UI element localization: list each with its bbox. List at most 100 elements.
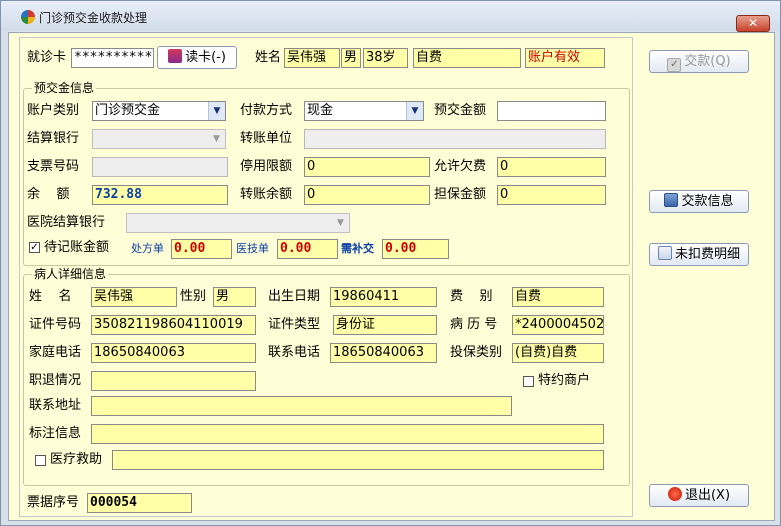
bank-select[interactable]: ▼ <box>92 129 226 149</box>
home-phone-label: 家庭电话 <box>29 345 82 360</box>
read-card-button[interactable]: 读卡(-) <box>157 46 237 69</box>
merchant-checkbox[interactable] <box>523 376 534 387</box>
merchant-label: 特约商户 <box>538 373 591 388</box>
contact-phone-field: 18650840063 <box>330 343 437 363</box>
card-input[interactable]: *********** <box>71 48 154 68</box>
allow-owe-field[interactable]: 0 <box>497 157 606 177</box>
prescription-label: 处方单 <box>131 242 164 255</box>
receipt-field: 000054 <box>87 493 192 513</box>
amount-label: 预交金额 <box>434 103 487 118</box>
card-label: 就诊卡 <box>27 50 67 65</box>
card-reader-icon <box>168 49 183 63</box>
pay-method-value: 现金 <box>307 103 334 118</box>
pay-method-select[interactable]: 现金 ▼ <box>304 101 424 121</box>
app-logo-icon <box>21 10 35 24</box>
record-field: *2400004502 <box>512 315 604 335</box>
amount-input[interactable] <box>497 101 606 121</box>
insure-label: 投保类别 <box>450 345 503 360</box>
guarantee-label: 担保金额 <box>434 187 487 202</box>
header-name-field: 吴伟强 <box>284 48 340 68</box>
stop-limit-label: 停用限额 <box>240 159 293 174</box>
window-title: 门诊预交金收款处理 <box>39 11 148 25</box>
tech-field: 0.00 <box>277 239 338 259</box>
prescription-field: 0.00 <box>171 239 232 259</box>
account-status-field: 账户有效 <box>525 48 605 68</box>
left-panel: 就诊卡 *********** 读卡(-) 姓名 吴伟强 男 38岁 自费 账户… <box>19 37 633 517</box>
chevron-down-icon: ▼ <box>208 102 225 120</box>
bank-label: 结算银行 <box>27 131 80 146</box>
record-label: 病 历 号 <box>450 317 498 332</box>
patient-sex-field: 男 <box>213 287 256 307</box>
info-grid-icon <box>664 193 679 207</box>
note-label: 标注信息 <box>29 426 82 441</box>
main-window: 门诊预交金收款处理 ✕ 就诊卡 *********** 读卡(-) 姓名 吴伟强… <box>0 0 781 526</box>
retire-field[interactable] <box>91 371 256 391</box>
id-type-label: 证件类型 <box>268 317 321 332</box>
account-type-value: 门诊预交金 <box>95 103 161 118</box>
pay-button[interactable]: ✓ 交款(Q) <box>649 50 749 73</box>
hospital-bank-select[interactable]: ▼ <box>126 213 350 233</box>
form-area: 就诊卡 *********** 读卡(-) 姓名 吴伟强 男 38岁 自费 账户… <box>8 32 775 521</box>
read-card-label: 读卡(-) <box>185 50 226 65</box>
prepay-group-title: 预交金信息 <box>32 81 97 95</box>
stop-limit-field[interactable]: 0 <box>304 157 430 177</box>
close-button[interactable]: ✕ <box>736 15 770 32</box>
header-name-label: 姓名 <box>255 50 282 65</box>
account-type-label: 账户类别 <box>27 103 80 118</box>
aid-field[interactable] <box>112 450 604 470</box>
id-field: 350821198604110019 <box>91 315 256 335</box>
pending-label: 待记账金额 <box>44 240 110 255</box>
insure-field: (自费)自费 <box>512 343 604 363</box>
aid-checkbox[interactable] <box>35 455 46 466</box>
header-paytype-field: 自费 <box>413 48 521 68</box>
address-label: 联系地址 <box>29 398 82 413</box>
contact-phone-label: 联系电话 <box>268 345 321 360</box>
tech-label: 医技单 <box>236 242 269 255</box>
balance-label-text: 余 额 <box>27 187 70 202</box>
exit-button-label: 退出(X) <box>684 488 731 503</box>
retire-label: 职退情况 <box>29 373 82 388</box>
check-icon: ✓ <box>667 58 682 72</box>
guarantee-field: 0 <box>497 185 606 205</box>
pay-method-label: 付款方式 <box>240 103 293 118</box>
birth-label: 出生日期 <box>268 289 321 304</box>
header-age-field: 38岁 <box>363 48 408 68</box>
fee-field: 自费 <box>512 287 604 307</box>
account-type-select[interactable]: 门诊预交金 ▼ <box>92 101 226 121</box>
receipt-label: 票据序号 <box>27 495 80 510</box>
balance-field: 732.88 <box>92 185 228 205</box>
transfer-unit-label: 转账单位 <box>240 131 293 146</box>
patient-group-title: 病人详细信息 <box>32 267 109 281</box>
pay-info-button[interactable]: 交款信息 <box>649 190 749 213</box>
home-phone-field: 18650840063 <box>91 343 256 363</box>
transfer-unit-input[interactable] <box>304 129 606 149</box>
pending-checkbox[interactable]: ✓ <box>29 242 40 253</box>
transfer-balance-field: 0 <box>304 185 430 205</box>
document-icon <box>657 246 672 260</box>
unpaid-detail-button[interactable]: 未扣费明细 <box>649 243 749 266</box>
exit-button[interactable]: 退出(X) <box>649 484 749 507</box>
chevron-down-icon: ▼ <box>208 130 225 148</box>
balance-label: 余 额 <box>27 186 70 204</box>
title-bar: 门诊预交金收款处理 ✕ <box>1 1 780 32</box>
need-pay-label: 需补交 <box>341 242 374 255</box>
patient-sex-label: 性别 <box>180 289 207 304</box>
header-sex-field: 男 <box>341 48 361 68</box>
transfer-balance-label: 转账余额 <box>240 187 293 202</box>
address-field[interactable] <box>91 396 512 416</box>
unpaid-detail-button-label: 未扣费明细 <box>674 247 740 262</box>
pay-button-label: 交款(Q) <box>684 54 731 69</box>
check-no-label: 支票号码 <box>27 159 80 174</box>
fee-label: 费 别 <box>450 289 493 304</box>
allow-owe-label: 允许欠费 <box>434 159 487 174</box>
need-pay-field: 0.00 <box>382 239 449 259</box>
aid-label: 医疗救助 <box>50 452 103 467</box>
birth-field: 19860411 <box>330 287 437 307</box>
id-type-field: 身份证 <box>333 315 437 335</box>
note-field[interactable] <box>91 424 604 444</box>
power-icon <box>667 487 682 501</box>
patient-name-label: 姓 名 <box>29 289 72 304</box>
hospital-bank-label: 医院结算银行 <box>27 215 106 230</box>
check-no-input[interactable] <box>92 157 228 177</box>
chevron-down-icon: ▼ <box>406 102 423 120</box>
